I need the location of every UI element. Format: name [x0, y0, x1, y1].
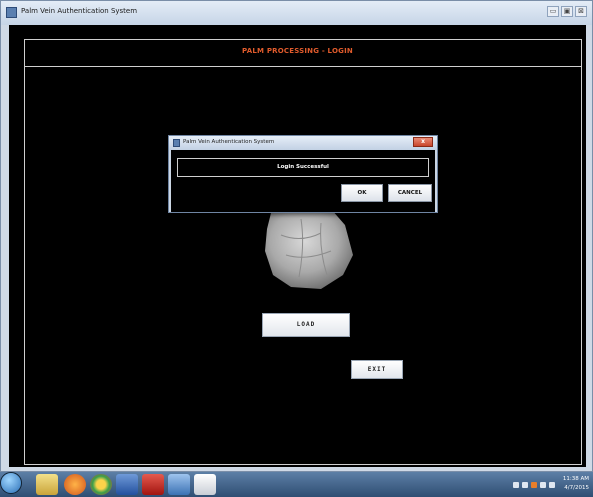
load-button[interactable]: LOAD: [262, 313, 350, 337]
taskbar: 11:38 AM 4/7/2015: [0, 472, 593, 497]
app-window: Palm Vein Authentication System ▭ ▣ ⊠ PA…: [0, 0, 593, 472]
chrome-icon[interactable]: [90, 474, 112, 495]
word-icon[interactable]: [116, 474, 138, 495]
window-title: Palm Vein Authentication System: [21, 7, 138, 15]
tray-network-icon[interactable]: [522, 482, 528, 488]
tray-arrow-icon[interactable]: [513, 482, 519, 488]
clock-date: 4/7/2015: [564, 485, 589, 491]
system-tray: 11:38 AM 4/7/2015: [511, 475, 589, 495]
minimize-button[interactable]: ▭: [547, 6, 559, 17]
main-panel: PALM PROCESSING - LOGIN LOAD EXIT: [9, 25, 586, 467]
dialog-close-button[interactable]: x: [413, 137, 433, 147]
clock[interactable]: 11:38 AM 4/7/2015: [557, 475, 589, 493]
acrobat-icon[interactable]: [142, 474, 164, 495]
dialog-message: Login Successful: [177, 158, 429, 177]
dialog-body: Login Successful OK CANCEL: [171, 150, 435, 212]
app-icon: [6, 7, 17, 18]
header-divider: [24, 66, 582, 67]
dialog-titlebar[interactable]: Palm Vein Authentication System x: [169, 136, 437, 150]
java-icon[interactable]: [194, 474, 216, 495]
clock-time: 11:38 AM: [562, 476, 589, 482]
close-button[interactable]: ⊠: [575, 6, 587, 17]
ok-button[interactable]: OK: [341, 184, 383, 202]
flag-icon[interactable]: [540, 482, 546, 488]
dialog-app-icon: [173, 139, 180, 147]
firefox-icon[interactable]: [64, 474, 86, 495]
virtualbox-icon[interactable]: [168, 474, 190, 495]
tray-app-icon[interactable]: [531, 482, 537, 488]
exit-button[interactable]: EXIT: [351, 360, 403, 379]
maximize-button[interactable]: ▣: [561, 6, 573, 17]
login-dialog: Palm Vein Authentication System x Login …: [168, 135, 438, 213]
start-orb-icon[interactable]: [0, 472, 22, 494]
signal-icon[interactable]: [549, 482, 555, 488]
palm-vein-image: [265, 209, 353, 289]
dialog-title: Palm Vein Authentication System: [183, 139, 275, 145]
file-explorer-icon[interactable]: [36, 474, 58, 495]
page-title: PALM PROCESSING - LOGIN: [242, 47, 353, 55]
window-titlebar[interactable]: Palm Vein Authentication System ▭ ▣ ⊠: [1, 1, 592, 25]
cancel-button[interactable]: CANCEL: [388, 184, 432, 202]
